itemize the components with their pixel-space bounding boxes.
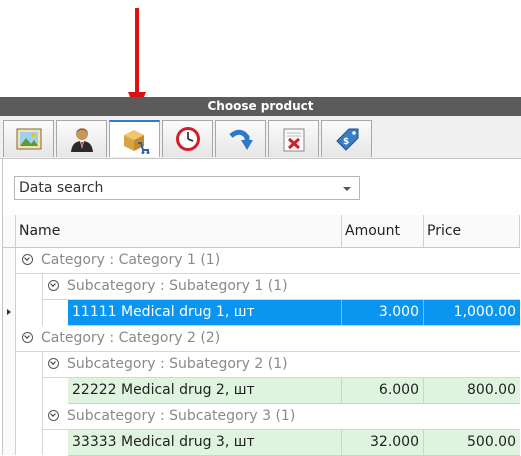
collapse-icon[interactable] bbox=[48, 410, 59, 421]
collapse-icon[interactable] bbox=[22, 254, 33, 265]
group-label: Subcategory : Subategory 2 (1) bbox=[67, 356, 288, 372]
column-header-name[interactable]: Name bbox=[16, 215, 342, 248]
chevron-down-icon[interactable] bbox=[343, 187, 351, 191]
clock-icon bbox=[175, 127, 200, 151]
toolbar: $ bbox=[0, 116, 521, 159]
tab-clock[interactable] bbox=[162, 120, 213, 157]
group-label: Category : Category 2 (2) bbox=[41, 330, 221, 346]
group-row-subcategory[interactable]: Subcategory : Subategory 2 (1) bbox=[42, 352, 520, 378]
tab-picture[interactable] bbox=[3, 120, 54, 157]
cell-amount: 32.000 bbox=[342, 430, 424, 455]
product-cart-icon bbox=[123, 129, 149, 154]
collapse-icon[interactable] bbox=[48, 280, 59, 291]
column-header-price[interactable]: Price bbox=[424, 215, 520, 248]
group-label: Category : Category 1 (1) bbox=[41, 252, 221, 268]
delete-icon bbox=[283, 128, 304, 152]
group-label: Subcategory : Subcategory 3 (1) bbox=[67, 408, 296, 424]
redo-arrow-icon bbox=[228, 129, 253, 150]
table-row[interactable]: 33333 Medical drug 3, шт 32.000 500.00 bbox=[68, 430, 520, 456]
group-row-category[interactable]: Category : Category 1 (1) bbox=[16, 248, 520, 274]
column-header-amount[interactable]: Amount bbox=[342, 215, 424, 248]
row-indicator-header bbox=[3, 215, 16, 248]
picture-icon bbox=[16, 128, 41, 150]
price-tag-icon: $ bbox=[335, 128, 358, 151]
search-dropdown[interactable]: Data search bbox=[14, 176, 360, 200]
collapse-icon[interactable] bbox=[48, 358, 59, 369]
tab-product[interactable] bbox=[109, 120, 160, 157]
cell-name: 33333 Medical drug 3, шт bbox=[68, 430, 342, 455]
tab-delete[interactable] bbox=[268, 120, 319, 157]
table-row[interactable]: 11111 Medical drug 1, шт 3.000 1,000.00 bbox=[68, 300, 520, 326]
window-title: Choose product bbox=[0, 97, 521, 116]
group-row-subcategory[interactable]: Subcategory : Subcategory 3 (1) bbox=[42, 404, 520, 430]
cell-amount: 6.000 bbox=[342, 378, 424, 403]
current-row-icon bbox=[7, 309, 11, 315]
cell-price: 500.00 bbox=[467, 434, 516, 450]
row-indicator-column bbox=[3, 248, 16, 455]
cell-name: 11111 Medical drug 1, шт bbox=[68, 300, 342, 325]
search-value: Data search bbox=[19, 180, 104, 196]
table-row[interactable]: 22222 Medical drug 2, шт 6.000 800.00 bbox=[68, 378, 520, 404]
collapse-icon[interactable] bbox=[22, 332, 33, 343]
tab-user[interactable] bbox=[56, 120, 107, 157]
cell-price: 800.00 bbox=[467, 382, 516, 398]
user-icon bbox=[70, 128, 93, 152]
cell-amount: 3.000 bbox=[342, 300, 424, 325]
group-row-subcategory[interactable]: Subcategory : Subategory 1 (1) bbox=[42, 274, 520, 300]
tab-redo[interactable] bbox=[215, 120, 266, 157]
tab-price-tag[interactable]: $ bbox=[321, 120, 372, 157]
group-row-category[interactable]: Category : Category 2 (2) bbox=[16, 326, 520, 352]
group-label: Subcategory : Subategory 1 (1) bbox=[67, 278, 288, 294]
cell-name: 22222 Medical drug 2, шт bbox=[68, 378, 342, 403]
svg-text:$: $ bbox=[343, 137, 349, 147]
cell-price: 1,000.00 bbox=[453, 304, 516, 320]
